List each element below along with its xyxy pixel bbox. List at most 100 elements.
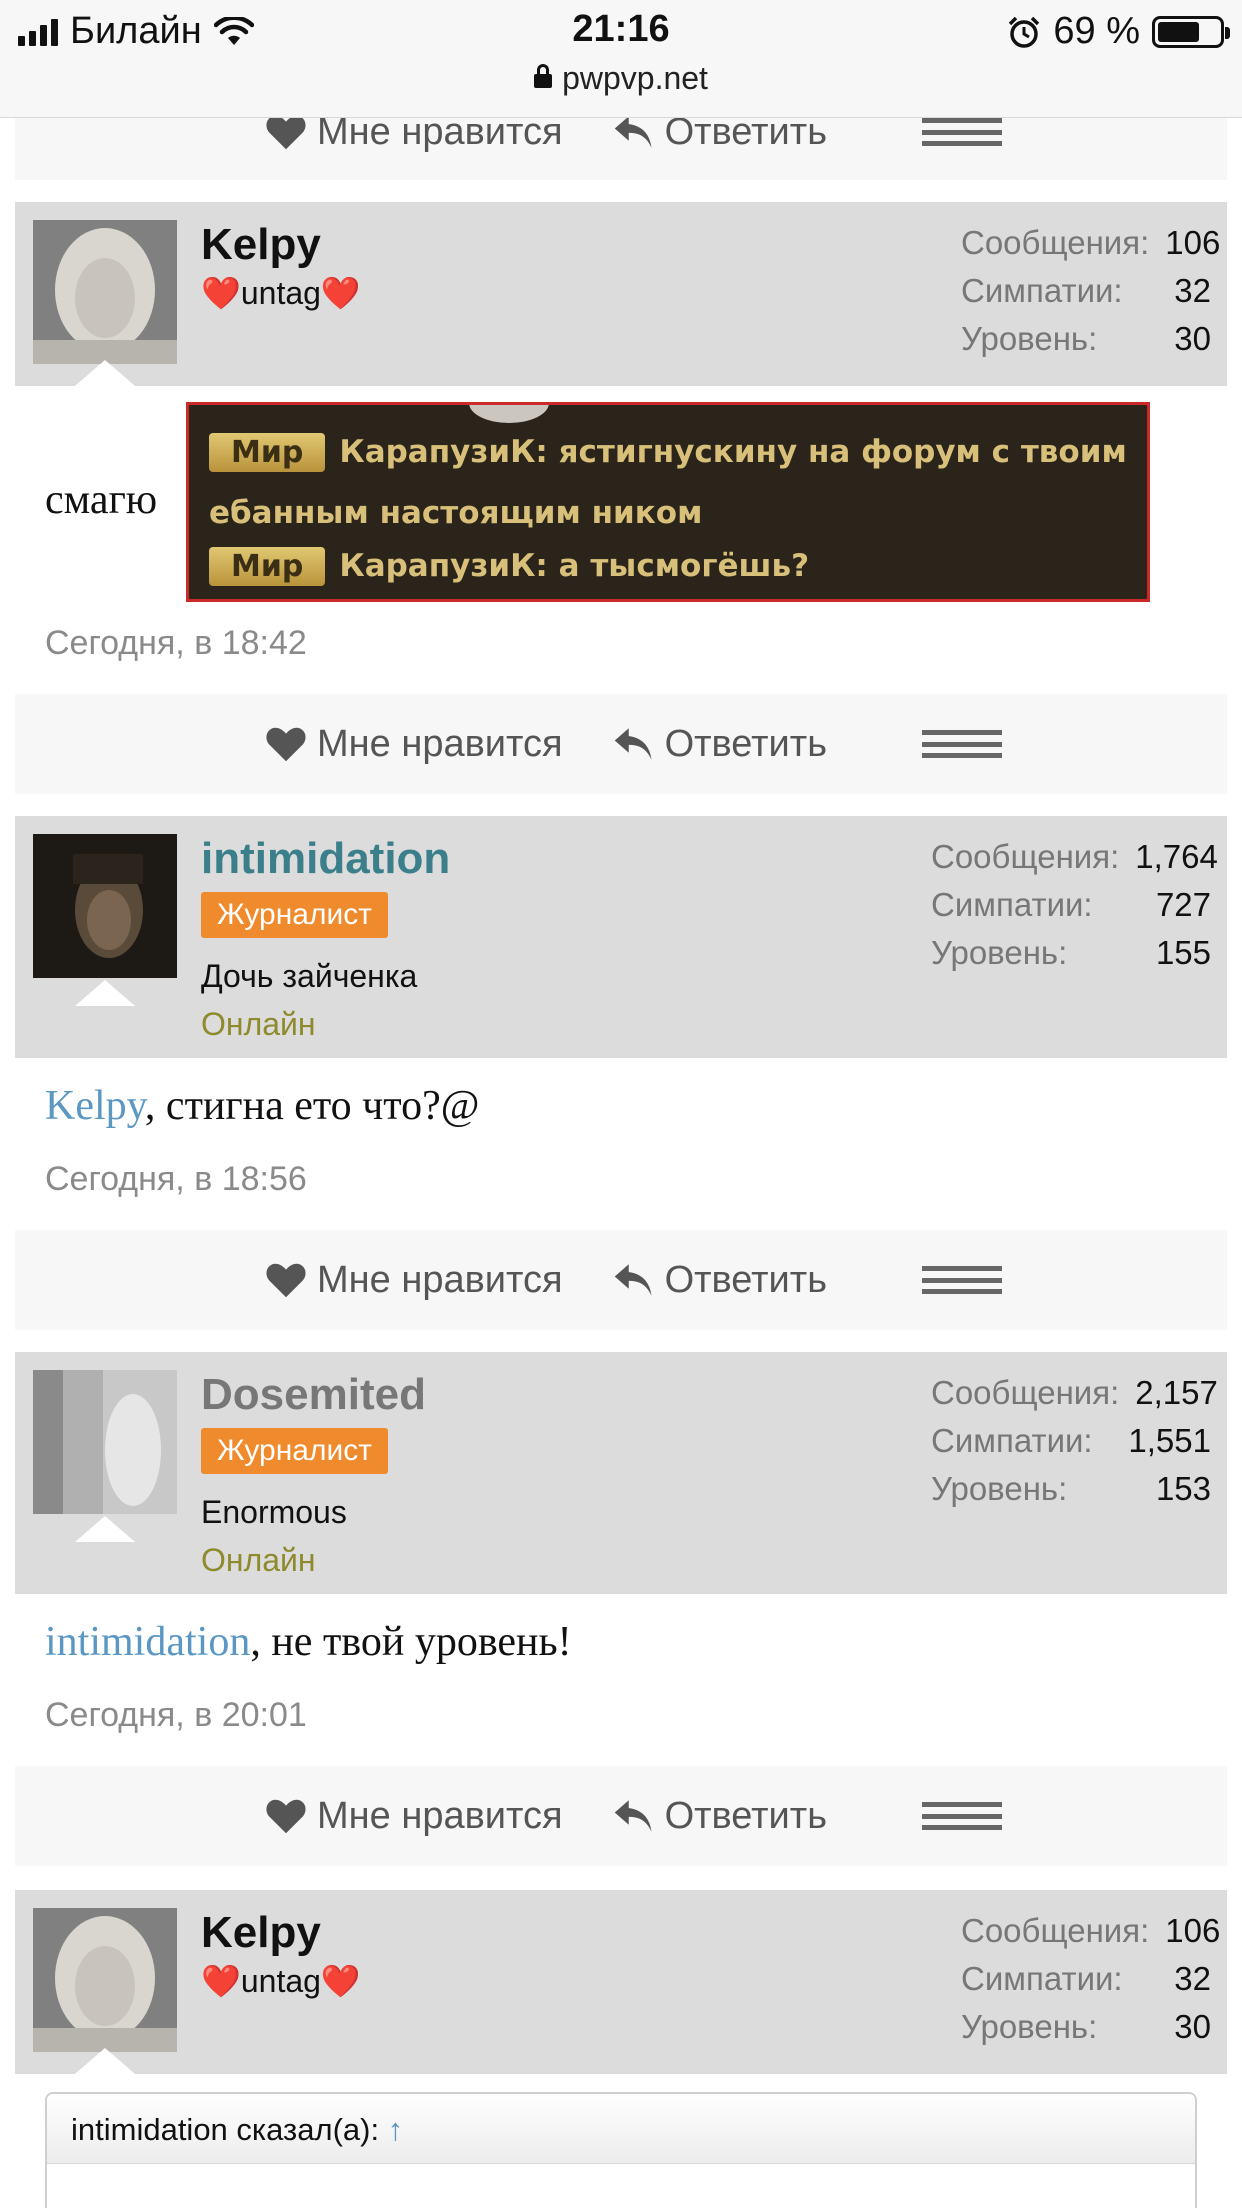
- avatar-pointer: [75, 1516, 135, 1542]
- username[interactable]: Kelpy: [201, 220, 321, 270]
- chat-line: КарапузиК: ястигнускину на форум с твоим: [339, 434, 1127, 470]
- heart-icon: [266, 115, 306, 150]
- reply-arrow-icon: [614, 1800, 652, 1832]
- stat-label-level: Уровень:: [931, 934, 1068, 971]
- stat-value-likes: 727: [1155, 886, 1211, 923]
- lock-icon: [534, 64, 553, 88]
- avatar-pointer: [75, 360, 135, 386]
- heart-icon: [266, 727, 306, 762]
- stat-value-messages: 2,157: [1135, 1374, 1218, 1411]
- status-bar: Билайн 21:16 69 % pwpvp.net: [0, 0, 1242, 118]
- stat-label-level: Уровень:: [961, 2008, 1098, 2045]
- post-text: intimidation, не твой уровень!: [45, 1618, 572, 1666]
- post-actions: Мне нравится Ответить: [15, 1766, 1227, 1866]
- post-actions: Мне нравится Ответить: [15, 1230, 1227, 1330]
- reply-button[interactable]: Ответить: [613, 723, 827, 766]
- avatar-pointer: [75, 980, 135, 1006]
- chat-channel-chip: Мир: [209, 547, 326, 586]
- address-bar[interactable]: pwpvp.net: [0, 60, 1242, 97]
- battery-percent: 69 %: [1053, 10, 1140, 52]
- chat-channel-chip: Мир: [209, 433, 326, 472]
- quote-block: intimidation сказал(а): ↑: [45, 2092, 1197, 2208]
- battery-icon: [1152, 15, 1230, 48]
- like-label: Мне нравится: [317, 1794, 563, 1837]
- quote-author: intimidation сказал(а):: [71, 2112, 380, 2147]
- avatar[interactable]: [33, 834, 177, 978]
- chat-line: КарапузиК: а тысмогёшь?: [339, 548, 810, 584]
- post-text: Kelpy, стигна ето что?@: [45, 1082, 479, 1130]
- stat-label-likes: Симпатии:: [931, 1422, 1093, 1459]
- post-text: смагю: [45, 477, 158, 523]
- like-button[interactable]: Мне нравится: [265, 1795, 563, 1838]
- avatar[interactable]: [33, 1370, 177, 1514]
- post-text-body: , не твой уровень!: [250, 1619, 572, 1665]
- role-badge: Журналист: [201, 1428, 388, 1474]
- stat-label-messages: Сообщения:: [931, 1374, 1120, 1411]
- post-date[interactable]: Сегодня, в 18:56: [45, 1160, 307, 1199]
- stat-value-level: 30: [1174, 2008, 1211, 2045]
- like-button[interactable]: Мне нравится: [265, 1259, 563, 1302]
- username[interactable]: Kelpy: [201, 1908, 321, 1958]
- user-stats: Сообщения: 106 Симпатии: 32 Уровень: 30: [961, 224, 1220, 368]
- online-status: Онлайн: [201, 1542, 316, 1578]
- avatar-pointer: [75, 2048, 135, 2074]
- stat-label-likes: Симпатии:: [931, 886, 1093, 923]
- stat-value-level: 30: [1174, 320, 1211, 357]
- like-button[interactable]: Мне нравится: [265, 723, 563, 766]
- user-info-bar: Kelpy ❤️untag❤️ Сообщения: 106 Симпатии: 3…: [15, 202, 1227, 386]
- stat-label-likes: Симпатии:: [961, 272, 1123, 309]
- stat-label-messages: Сообщения:: [961, 224, 1150, 261]
- online-status: Онлайн: [201, 1006, 316, 1042]
- reply-label: Ответить: [664, 1794, 827, 1837]
- user-title: ❤️untag❤️: [201, 275, 361, 311]
- heart-icon: [266, 1799, 306, 1834]
- user-stats: Сообщения: 106 Симпатии: 32 Уровень: 30: [961, 1912, 1220, 2056]
- reply-button[interactable]: Ответить: [613, 1259, 827, 1302]
- username[interactable]: Dosemited: [201, 1370, 426, 1420]
- post-menu-icon[interactable]: [922, 1266, 1002, 1294]
- stat-value-messages: 1,764: [1135, 838, 1218, 875]
- stat-label-messages: Сообщения:: [961, 1912, 1150, 1949]
- user-info-bar: Kelpy ❤️untag❤️ Сообщения: 106 Симпатии: 3…: [15, 1890, 1227, 2074]
- user-title: Enormous: [201, 1494, 347, 1530]
- quote-header: intimidation сказал(а): ↑: [47, 2094, 1195, 2164]
- quote-source-arrow-icon[interactable]: ↑: [388, 2112, 404, 2147]
- stat-value-level: 153: [1155, 1470, 1211, 1507]
- post-menu-icon[interactable]: [922, 118, 1002, 146]
- quote-body: [47, 2164, 1195, 2208]
- post-date[interactable]: Сегодня, в 18:42: [45, 624, 307, 663]
- user-title: ❤️untag❤️: [201, 1963, 361, 1999]
- like-label: Мне нравится: [317, 722, 563, 765]
- user-info-bar: Dosemited Журналист Enormous Онлайн Сооб…: [15, 1352, 1227, 1594]
- user-stats: Сообщения: 1,764 Симпатии: 727 Уровень: 155: [931, 838, 1218, 982]
- stat-label-likes: Симпатии:: [961, 1960, 1123, 1997]
- chat-line: ебанным настоящим ником: [209, 495, 703, 531]
- role-badge: Журналист: [201, 892, 388, 938]
- post-menu-icon[interactable]: [922, 730, 1002, 758]
- stat-value-likes: 1,551: [1128, 1422, 1211, 1459]
- username[interactable]: intimidation: [201, 834, 450, 884]
- reply-arrow-icon: [614, 116, 652, 148]
- device-status: 69 %: [1007, 10, 1230, 53]
- mention-link[interactable]: intimidation: [45, 1619, 250, 1665]
- stat-label-level: Уровень:: [931, 1470, 1068, 1507]
- avatar[interactable]: [33, 220, 177, 364]
- reply-button[interactable]: Ответить: [613, 1795, 827, 1838]
- reply-label: Ответить: [664, 722, 827, 765]
- stat-value-messages: 106: [1165, 224, 1221, 261]
- mention-link[interactable]: Kelpy: [45, 1083, 145, 1129]
- reply-arrow-icon: [614, 728, 652, 760]
- stat-label-level: Уровень:: [961, 320, 1098, 357]
- like-label: Мне нравится: [317, 1258, 563, 1301]
- stat-value-likes: 32: [1174, 1960, 1211, 1997]
- post-date[interactable]: Сегодня, в 20:01: [45, 1696, 307, 1735]
- chat-screenshot-image[interactable]: Мир КарапузиК: ястигнускину на форум с тв…: [186, 402, 1150, 602]
- stat-label-messages: Сообщения:: [931, 838, 1120, 875]
- avatar[interactable]: [33, 1908, 177, 2052]
- user-info-bar: intimidation Журналист Дочь зайченка Онл…: [15, 816, 1227, 1058]
- reply-arrow-icon: [614, 1264, 652, 1296]
- reply-label: Ответить: [664, 1258, 827, 1301]
- post-menu-icon[interactable]: [922, 1802, 1002, 1830]
- post-actions: Мне нравится Ответить: [15, 694, 1227, 794]
- user-title: Дочь зайченка: [201, 958, 418, 994]
